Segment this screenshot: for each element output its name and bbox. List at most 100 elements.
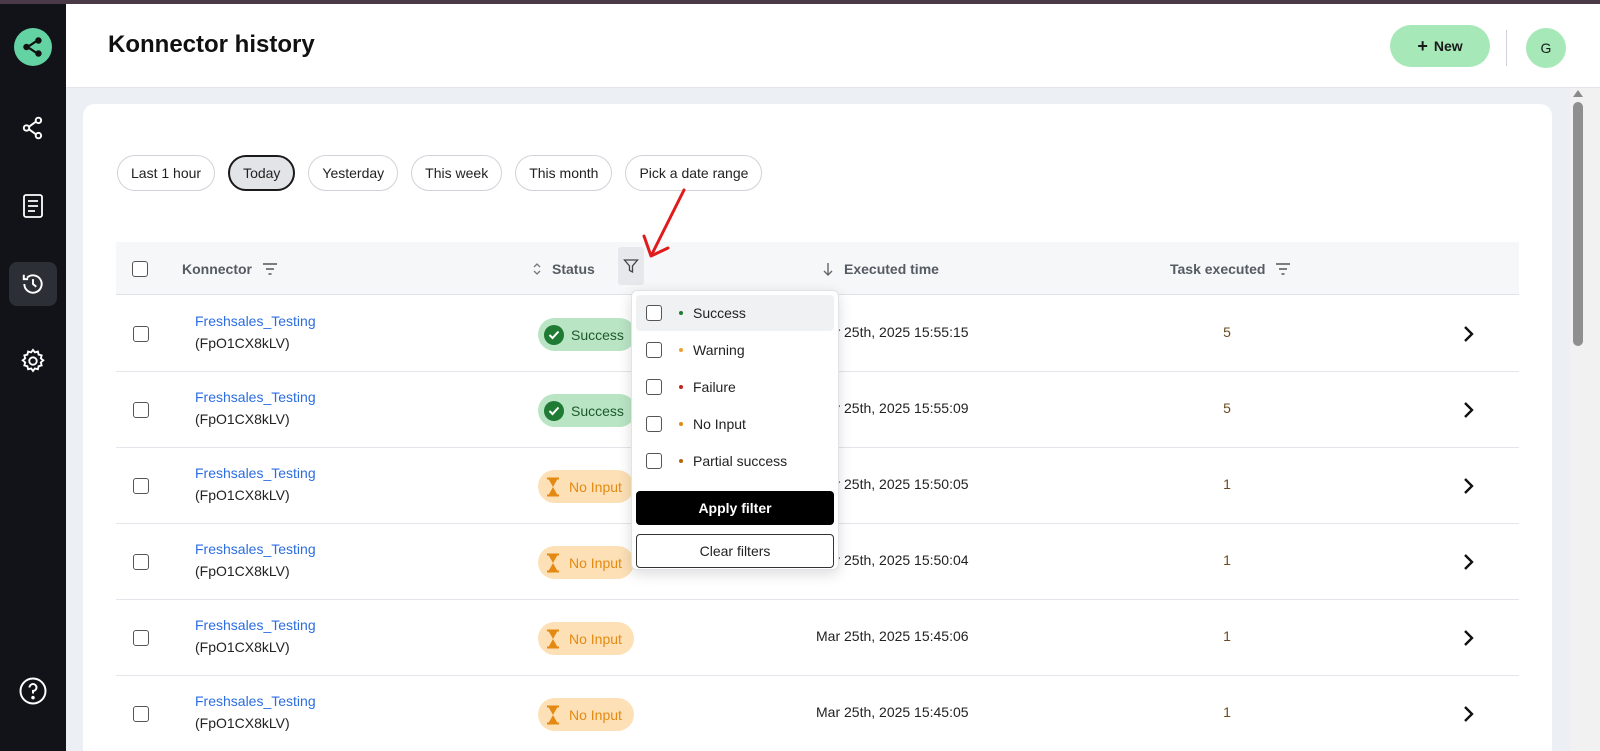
select-all-cell (132, 242, 148, 295)
document-icon (23, 194, 43, 218)
row-checkbox[interactable] (133, 706, 149, 722)
row-checkbox[interactable] (133, 554, 149, 570)
executed-time: Mar 25th, 2025 15:45:05 (816, 704, 969, 720)
sidebar-item-konnectors[interactable] (9, 106, 57, 150)
sidebar-item-help[interactable] (9, 669, 57, 713)
task-count: 1 (1223, 704, 1231, 720)
filter-option-checkbox[interactable] (646, 379, 662, 395)
konnector-id: (FpO1CX8kLV) (195, 335, 290, 351)
filter-option-partial-success[interactable]: Partial success (636, 443, 834, 479)
filter-option-label: No Input (693, 416, 746, 432)
check-circle-icon (544, 400, 564, 421)
filter-option-checkbox[interactable] (646, 416, 662, 432)
sort-down-arrow-icon[interactable] (822, 262, 834, 276)
plus-icon: + (1417, 36, 1428, 56)
chip-today[interactable]: Today (228, 155, 296, 191)
hourglass-icon (547, 705, 559, 724)
column-executed-time: Executed time (822, 242, 939, 295)
chevron-right-icon[interactable] (1456, 322, 1480, 346)
table-row[interactable]: Freshsales_Testing (FpO1CX8kLV) No Input… (116, 600, 1519, 676)
row-checkbox[interactable] (133, 630, 149, 646)
filter-option-label: Partial success (693, 453, 788, 469)
sidebar-item-history[interactable] (9, 262, 57, 306)
table-row[interactable]: Freshsales_Testing (FpO1CX8kLV) No Input… (116, 676, 1519, 751)
column-status: Status (532, 242, 595, 295)
status-dot-icon (679, 459, 683, 463)
status-badge-label: Success (571, 326, 624, 343)
header-divider (1506, 30, 1507, 66)
konnector-id: (FpO1CX8kLV) (195, 563, 290, 579)
filter-option-checkbox[interactable] (646, 305, 662, 321)
executed-time: Mar 25th, 2025 15:45:06 (816, 628, 969, 644)
konnector-name-link[interactable]: Freshsales_Testing (195, 313, 316, 329)
konnector-name-link[interactable]: Freshsales_Testing (195, 389, 316, 405)
history-icon (22, 274, 43, 294)
column-executed-time-label: Executed time (844, 260, 939, 277)
row-checkbox[interactable] (133, 402, 149, 418)
sort-icon[interactable] (532, 262, 542, 276)
konnector-name-link[interactable]: Freshsales_Testing (195, 541, 316, 557)
chip-last-1-hour[interactable]: Last 1 hour (117, 155, 216, 191)
chevron-right-icon[interactable] (1456, 702, 1480, 726)
check-circle-icon (544, 324, 564, 345)
table-header: Konnector Status Executed time Task exec… (116, 242, 1519, 295)
filter-option-checkbox[interactable] (646, 342, 662, 358)
column-konnector: Konnector (182, 242, 278, 295)
sidebar (0, 4, 66, 751)
filter-lines-icon[interactable] (1275, 262, 1291, 276)
status-badge-label: No Input (569, 554, 622, 571)
chevron-right-icon[interactable] (1456, 626, 1480, 650)
share-icon (22, 116, 43, 140)
task-count: 5 (1223, 324, 1231, 340)
app-logo[interactable] (14, 28, 52, 66)
avatar[interactable]: G (1526, 28, 1566, 68)
column-task-executed: Task executed (1170, 242, 1291, 295)
status-dot-icon (679, 348, 683, 352)
chevron-right-icon[interactable] (1456, 550, 1480, 574)
status-badge: No Input (538, 622, 634, 655)
filter-option-warning[interactable]: Warning (636, 332, 834, 368)
filter-option-no-input[interactable]: No Input (636, 406, 834, 442)
column-task-executed-label: Task executed (1170, 260, 1266, 277)
row-checkbox[interactable] (133, 478, 149, 494)
konnector-name-link[interactable]: Freshsales_Testing (195, 465, 316, 481)
konnector-id: (FpO1CX8kLV) (195, 639, 290, 655)
konnector-name-link[interactable]: Freshsales_Testing (195, 693, 316, 709)
status-badge-label: Success (571, 402, 624, 419)
status-badge-label: No Input (569, 706, 622, 723)
sidebar-item-logs[interactable] (9, 184, 57, 228)
chip-this-week[interactable]: This week (411, 155, 503, 191)
status-badge-label: No Input (569, 630, 622, 647)
page-title: Konnector history (108, 31, 315, 58)
chip-this-month[interactable]: This month (515, 155, 613, 191)
filter-option-success[interactable]: Success (636, 295, 834, 331)
sidebar-item-settings[interactable] (9, 339, 57, 383)
select-all-checkbox[interactable] (132, 260, 148, 277)
new-button[interactable]: + New (1390, 25, 1490, 67)
status-dot-icon (679, 422, 683, 426)
chip-yesterday[interactable]: Yesterday (308, 155, 399, 191)
status-badge: No Input (538, 546, 634, 579)
status-filter-dropdown: Success Warning Failure No Input Partial… (631, 290, 839, 570)
task-count: 1 (1223, 552, 1231, 568)
apply-filter-button[interactable]: Apply filter (636, 491, 834, 525)
row-checkbox[interactable] (133, 326, 149, 342)
konnector-name-link[interactable]: Freshsales_Testing (195, 617, 316, 633)
hourglass-icon (547, 553, 559, 572)
top-header: Konnector history + New G (66, 4, 1600, 88)
scroll-up-arrow-icon[interactable] (1573, 90, 1583, 97)
new-button-label: New (1433, 38, 1463, 54)
scrollbar-thumb[interactable] (1573, 102, 1583, 346)
chevron-right-icon[interactable] (1456, 474, 1480, 498)
task-count: 5 (1223, 400, 1231, 416)
clear-filters-button[interactable]: Clear filters (636, 534, 834, 568)
status-dot-icon (679, 385, 683, 389)
filter-option-checkbox[interactable] (646, 453, 662, 469)
task-count: 1 (1223, 476, 1231, 492)
hourglass-icon (547, 477, 559, 496)
filter-option-failure[interactable]: Failure (636, 369, 834, 405)
chevron-right-icon[interactable] (1456, 398, 1480, 422)
status-badge: Success (538, 394, 636, 427)
filter-lines-icon[interactable] (262, 262, 278, 276)
status-dot-icon (679, 311, 683, 315)
